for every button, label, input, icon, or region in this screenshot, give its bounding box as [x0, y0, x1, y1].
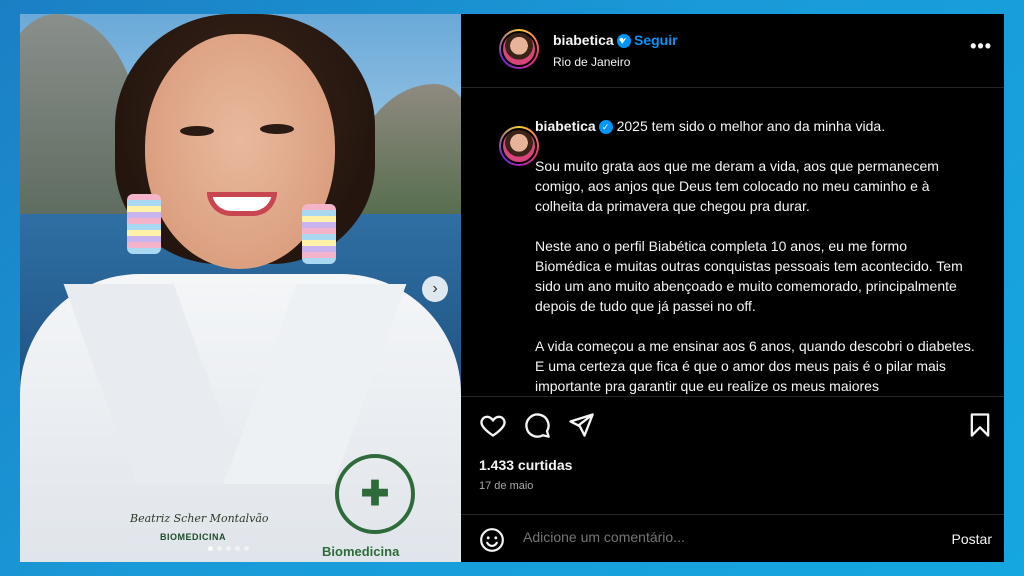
carousel-dot	[217, 546, 222, 551]
caption-paragraph: A vida começou a me ensinar aos 6 anos, …	[535, 338, 975, 394]
caption-area[interactable]: biabetica ✓ 2025 tem sido o melhor ano da…	[461, 88, 1004, 396]
carousel-dot	[226, 546, 231, 551]
photo-badge-course: BIOMEDICINA	[160, 532, 226, 542]
post-caption: biabetica ✓ 2025 tem sido o melhor ano da…	[535, 116, 975, 396]
paper-plane-icon[interactable]	[567, 411, 595, 439]
comment-input[interactable]	[523, 529, 903, 545]
bookmark-icon[interactable]	[966, 411, 994, 439]
author-username-text[interactable]: biabetica	[553, 32, 614, 48]
more-options-icon[interactable]: •••	[970, 36, 992, 57]
post-location[interactable]: Rio de Janeiro	[553, 55, 630, 69]
post-comment-button[interactable]: Postar	[952, 531, 992, 547]
follow-button[interactable]: Seguir	[634, 32, 678, 48]
carousel-next-button[interactable]: ›	[422, 276, 448, 302]
action-bar	[461, 396, 1004, 446]
photo-earring-right	[302, 204, 336, 264]
verified-badge-icon: ✓	[598, 120, 613, 135]
carousel-dot	[244, 546, 249, 551]
post-header: biabetica ✓ • Seguir Rio de Janeiro •••	[461, 14, 1004, 88]
comment-icon[interactable]	[523, 411, 551, 439]
post-photo[interactable]: ✚ Beatriz Scher Montalvão BIOMEDICINA Bi…	[20, 14, 461, 562]
carousel-dots	[208, 546, 249, 551]
carousel-dot	[208, 546, 213, 551]
photo-badge-name: Beatriz Scher Montalvão	[130, 512, 269, 525]
caption-paragraph: Sou muito grata aos que me deram a vida,…	[535, 158, 939, 214]
photo-earring-left	[127, 194, 161, 254]
comment-bar: Postar	[461, 514, 1004, 562]
author-avatar[interactable]	[499, 29, 539, 69]
photo-eye-left	[180, 126, 214, 136]
caption-username[interactable]: biabetica	[535, 118, 596, 134]
carousel-dot	[235, 546, 240, 551]
header-separator: •	[619, 31, 624, 47]
post-panel: biabetica ✓ • Seguir Rio de Janeiro ••• b…	[461, 14, 1004, 562]
post-modal: ✚ Beatriz Scher Montalvão BIOMEDICINA Bi…	[20, 14, 1004, 562]
heart-icon[interactable]	[479, 411, 507, 439]
caption-paragraph: 2025 tem sido o melhor ano da minha vida…	[616, 118, 886, 134]
caption-paragraph: Neste ano o perfil Biabética completa 10…	[535, 238, 963, 314]
photo-coat-patch: ✚	[335, 454, 415, 534]
post-date[interactable]: 17 de maio	[479, 480, 533, 492]
photo-eye-right	[260, 124, 294, 134]
caption-avatar[interactable]	[499, 126, 539, 166]
photo-patch-label: Biomedicina	[322, 544, 400, 559]
emoji-smile-icon[interactable]	[479, 527, 505, 553]
chevron-right-icon: ›	[432, 280, 438, 297]
likes-count[interactable]: 1.433 curtidas	[479, 457, 572, 473]
